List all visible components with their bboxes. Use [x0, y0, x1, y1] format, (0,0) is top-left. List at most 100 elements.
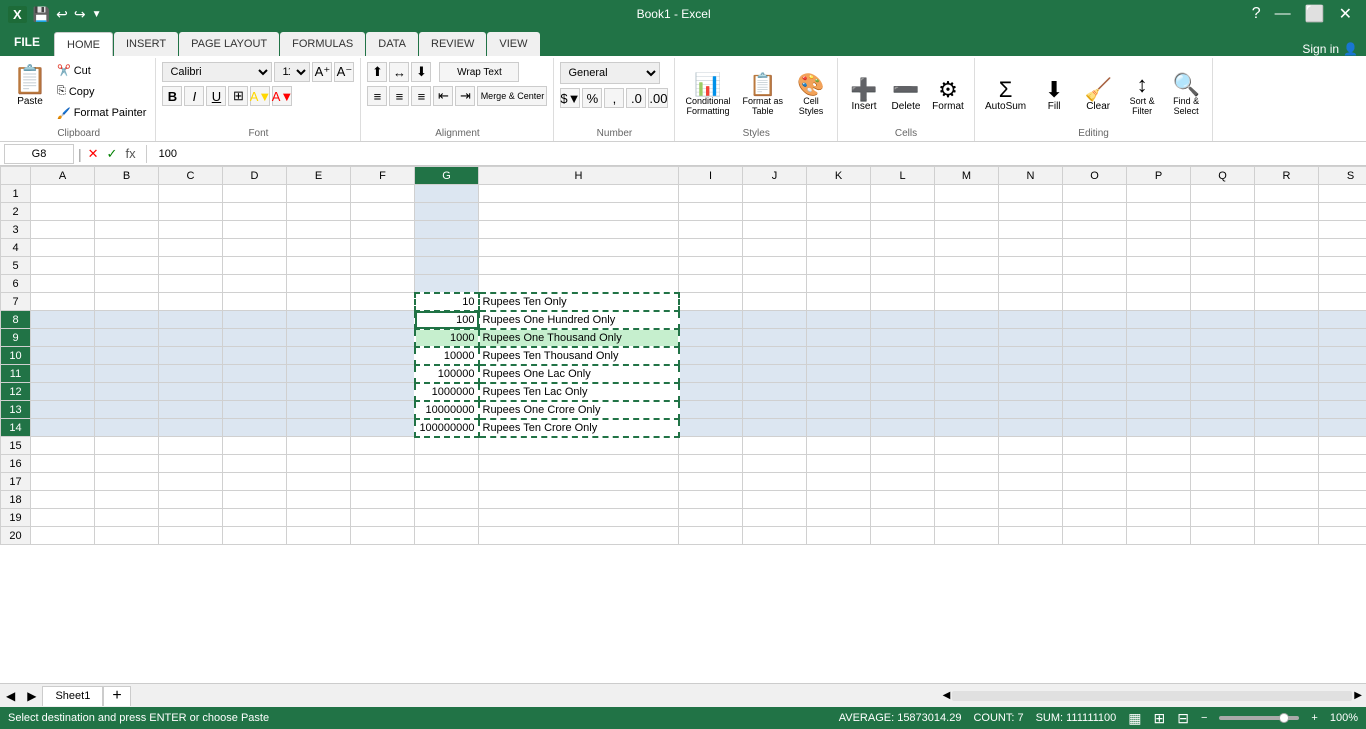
col-header-f[interactable]: F — [351, 167, 415, 185]
cell-g1[interactable] — [415, 185, 479, 203]
view-pagebreak-icon[interactable]: ⊟ — [1177, 710, 1189, 727]
horizontal-scrollbar[interactable] — [952, 691, 1352, 701]
scroll-left-icon[interactable]: ◀ — [0, 689, 21, 703]
tab-review[interactable]: REVIEW — [419, 32, 486, 56]
col-header-g[interactable]: G — [415, 167, 479, 185]
col-header-m[interactable]: M — [935, 167, 999, 185]
sign-in-area[interactable]: Sign in 👤 — [1302, 42, 1366, 56]
close-icon[interactable]: ✕ — [1333, 4, 1358, 24]
merge-center-button[interactable]: Merge & Center — [477, 86, 547, 106]
increase-indent-button[interactable]: ⇥ — [455, 86, 475, 106]
sort-filter-button[interactable]: ↕ Sort &Filter — [1122, 72, 1162, 118]
cell-g14[interactable]: 100000000 — [415, 419, 479, 437]
col-header-o[interactable]: O — [1063, 167, 1127, 185]
font-name-select[interactable]: Calibri — [162, 62, 272, 82]
sign-in-label[interactable]: Sign in — [1302, 42, 1339, 56]
col-header-l[interactable]: L — [871, 167, 935, 185]
add-sheet-button[interactable]: + — [103, 686, 130, 706]
underline-button[interactable]: U — [206, 86, 226, 106]
col-header-p[interactable]: P — [1127, 167, 1191, 185]
minimize-icon[interactable]: — — [1269, 5, 1297, 23]
confirm-formula-icon[interactable]: ✓ — [105, 146, 120, 162]
align-center-button[interactable]: ≡ — [389, 86, 409, 106]
col-header-j[interactable]: J — [743, 167, 807, 185]
insert-function-icon[interactable]: fx — [123, 146, 137, 161]
col-header-d[interactable]: D — [223, 167, 287, 185]
border-button[interactable]: ⊞ — [228, 86, 248, 106]
cell-h10[interactable]: Rupees Ten Thousand Only — [479, 347, 679, 365]
cell-g8[interactable]: 100 — [415, 311, 479, 329]
col-header-n[interactable]: N — [999, 167, 1063, 185]
format-as-table-button[interactable]: 📋 Format asTable — [738, 72, 787, 118]
fill-button[interactable]: ⬇ Fill — [1034, 77, 1074, 114]
cell-g13[interactable]: 10000000 — [415, 401, 479, 419]
cell-h9[interactable]: Rupees One Thousand Only — [479, 329, 679, 347]
cell-h11[interactable]: Rupees One Lac Only — [479, 365, 679, 383]
col-header-c[interactable]: C — [159, 167, 223, 185]
tab-home[interactable]: HOME — [54, 32, 113, 56]
cell-g11[interactable]: 100000 — [415, 365, 479, 383]
insert-button[interactable]: ➕ Insert — [844, 77, 884, 114]
decrease-font-button[interactable]: A⁻ — [334, 62, 354, 82]
align-bottom-button[interactable]: ⬇ — [411, 62, 431, 82]
horizontal-scroll-left[interactable]: ◀ — [943, 690, 951, 701]
format-painter-button[interactable]: 🖌️ Format Painter — [54, 106, 149, 121]
fill-color-button[interactable]: A▼ — [250, 86, 270, 106]
col-header-s[interactable]: S — [1319, 167, 1366, 185]
cancel-formula-icon[interactable]: ✕ — [86, 146, 101, 162]
cell-g12[interactable]: 1000000 — [415, 383, 479, 401]
cell-g10[interactable]: 10000 — [415, 347, 479, 365]
accounting-button[interactable]: $▼ — [560, 88, 580, 108]
col-header-a[interactable]: A — [31, 167, 95, 185]
cut-button[interactable]: ✂️ Cut — [54, 63, 149, 78]
copy-button[interactable]: ⎘ Copy — [54, 84, 149, 99]
view-layout-icon[interactable]: ⊞ — [1154, 710, 1166, 727]
find-select-button[interactable]: 🔍 Find &Select — [1166, 72, 1206, 118]
horizontal-scroll-right[interactable]: ▶ — [1354, 690, 1362, 701]
cell-h12[interactable]: Rupees Ten Lac Only — [479, 383, 679, 401]
decrease-decimal-button[interactable]: .0 — [626, 88, 646, 108]
font-size-select[interactable]: 11 — [274, 62, 310, 82]
comma-button[interactable]: , — [604, 88, 624, 108]
conditional-formatting-button[interactable]: 📊 ConditionalFormatting — [681, 72, 734, 118]
col-header-h[interactable]: H — [479, 167, 679, 185]
tab-data[interactable]: DATA — [366, 32, 418, 56]
number-format-select[interactable]: General — [560, 62, 660, 84]
tab-view[interactable]: VIEW — [487, 32, 539, 56]
col-header-i[interactable]: I — [679, 167, 743, 185]
col-header-e[interactable]: E — [287, 167, 351, 185]
bold-button[interactable]: B — [162, 86, 182, 106]
align-right-button[interactable]: ≡ — [411, 86, 431, 106]
clear-button[interactable]: 🧹 Clear — [1078, 77, 1118, 114]
help-icon[interactable]: ? — [1246, 5, 1267, 23]
scroll-right-icon[interactable]: ▶ — [21, 689, 42, 703]
align-middle-button[interactable]: ↔ — [389, 62, 409, 82]
tab-insert[interactable]: INSERT — [114, 32, 178, 56]
autosum-button[interactable]: Σ AutoSum — [981, 77, 1030, 114]
cell-h13[interactable]: Rupees One Crore Only — [479, 401, 679, 419]
font-color-button[interactable]: A▼ — [272, 86, 292, 106]
tab-page-layout[interactable]: PAGE LAYOUT — [179, 32, 279, 56]
delete-button[interactable]: ➖ Delete — [886, 77, 926, 114]
align-left-button[interactable]: ≡ — [367, 86, 387, 106]
view-normal-icon[interactable]: ▦ — [1128, 710, 1141, 727]
col-header-k[interactable]: K — [807, 167, 871, 185]
increase-font-button[interactable]: A⁺ — [312, 62, 332, 82]
maximize-icon[interactable]: ⬜ — [1299, 4, 1331, 24]
undo-icon[interactable]: ↩ — [56, 6, 68, 23]
quick-access-save[interactable]: 💾 — [33, 6, 50, 23]
align-top-button[interactable]: ⬆ — [367, 62, 387, 82]
cell-g7[interactable]: 10 — [415, 293, 479, 311]
cell-h14[interactable]: Rupees Ten Crore Only — [479, 419, 679, 437]
cell-a1[interactable] — [31, 185, 95, 203]
sheet-tab-sheet1[interactable]: Sheet1 — [42, 686, 103, 706]
zoom-in-icon[interactable]: + — [1311, 712, 1317, 724]
customize-qat-icon[interactable]: ▼ — [92, 9, 102, 20]
cell-h7[interactable]: Rupees Ten Only — [479, 293, 679, 311]
decrease-indent-button[interactable]: ⇤ — [433, 86, 453, 106]
cell-reference-box[interactable] — [4, 144, 74, 164]
increase-decimal-button[interactable]: .00 — [648, 88, 668, 108]
paste-button[interactable]: 📋 Paste — [8, 58, 52, 112]
zoom-out-icon[interactable]: − — [1201, 712, 1207, 724]
tab-file[interactable]: FILE — [0, 28, 54, 56]
